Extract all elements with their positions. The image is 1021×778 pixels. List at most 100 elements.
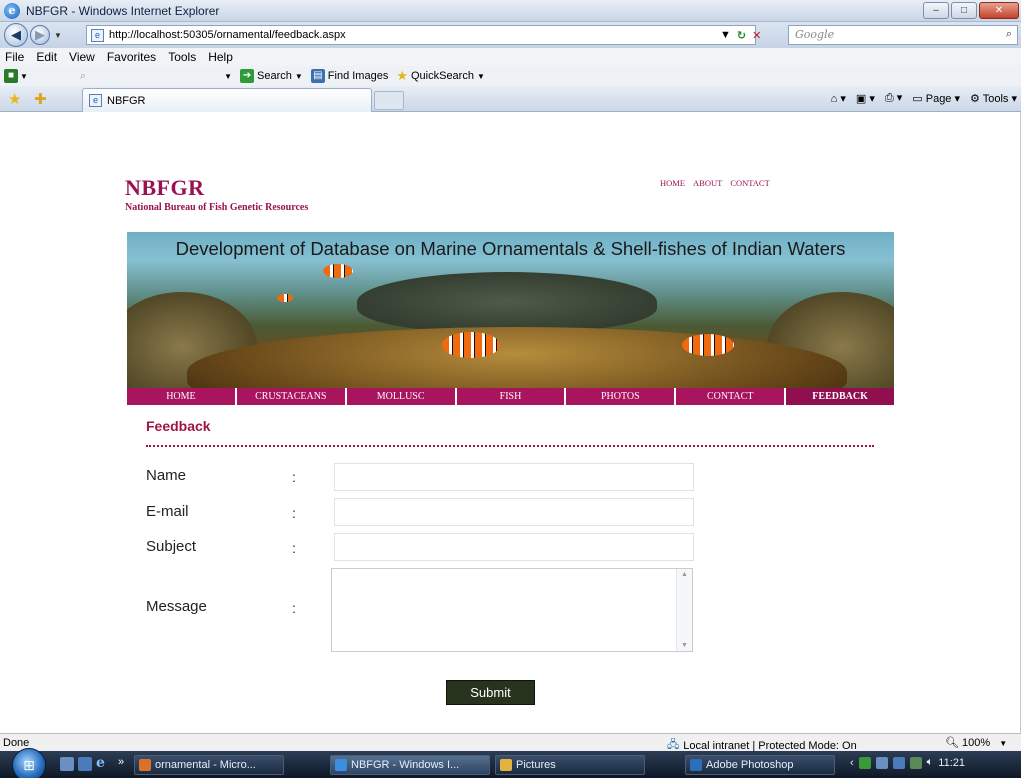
menu-edit[interactable]: Edit	[35, 50, 58, 64]
taskbar-pictures[interactable]: Pictures	[495, 755, 645, 775]
search-button-dropdown-icon: ▼	[294, 71, 303, 81]
add-favorites-icon[interactable]: ✚	[34, 90, 47, 108]
tray-app-icon[interactable]	[875, 756, 888, 769]
nav-mollusc[interactable]: MOLLUSC	[347, 388, 457, 405]
message-label: Message	[146, 598, 207, 615]
taskbar-pictures-icon	[500, 759, 512, 771]
tray-shield-icon[interactable]	[858, 756, 871, 769]
zoom-control[interactable]: 🔍︎ 100% ▼	[945, 736, 1007, 749]
taskbar-photoshop-label: Adobe Photoshop	[706, 759, 794, 771]
address-url: http://localhost:50305/ornamental/feedba…	[109, 29, 346, 41]
email-label: E-mail	[146, 503, 189, 520]
nav-feedback[interactable]: FEEDBACK	[786, 388, 895, 405]
taskbar-ie-icon	[335, 759, 347, 771]
favorites-star-icon[interactable]: ★	[8, 90, 21, 108]
page-menu[interactable]: ▭ Page ▾	[912, 92, 960, 105]
taskbar: ⊞ e » ornamental - Micro... NBFGR - Wind…	[0, 748, 1021, 778]
top-link-about[interactable]: ABOUT	[693, 178, 722, 188]
menu-file[interactable]: File	[4, 50, 25, 64]
nav-fish[interactable]: FISH	[457, 388, 567, 405]
nav-photos[interactable]: PHOTOS	[566, 388, 677, 405]
name-colon: :	[292, 469, 296, 485]
image-icon: ▤	[310, 69, 325, 83]
window-controls: – □ ✕	[923, 2, 1019, 19]
subject-label: Subject	[146, 538, 197, 555]
ie-logo-icon: e	[4, 2, 20, 19]
switch-windows-icon[interactable]	[78, 757, 92, 771]
taskbar-ornamental-label: ornamental - Micro...	[155, 759, 256, 771]
search-arrow-icon: ➔	[240, 69, 255, 83]
subject-field[interactable]	[334, 533, 694, 561]
toolbar-dropdown-icon[interactable]: ▼	[20, 72, 28, 81]
search-input[interactable]: Google ⌕	[788, 25, 1018, 45]
message-field[interactable]: ▲ ▼	[331, 568, 693, 652]
search-button[interactable]: ➔ Search ▼	[240, 69, 303, 83]
zoom-level: 100%	[962, 737, 991, 749]
menu-favorites[interactable]: Favorites	[106, 50, 157, 64]
tray-expand-icon[interactable]: ‹	[850, 757, 854, 769]
new-tab-button[interactable]	[374, 91, 404, 110]
email-field[interactable]	[334, 498, 694, 526]
tab-row: ★ ✚ e NBFGR ⌂ ▾ ▣ ▾ ⎙ ▾ ▭ Page ▾ ⚙ Tools…	[0, 86, 1021, 112]
page-menu-label: Page	[925, 92, 952, 105]
taskbar-ornamental-icon	[139, 759, 151, 771]
nav-home[interactable]: HOME	[127, 388, 237, 405]
site-logo-text: NBFGR	[125, 175, 205, 200]
search-label: Search	[257, 70, 292, 82]
minimize-button[interactable]: –	[923, 2, 949, 19]
name-label: Name	[146, 467, 187, 484]
tab-ie-icon: e	[89, 94, 102, 107]
top-link-home[interactable]: HOME	[660, 178, 685, 188]
window-title-bar: e NBFGR - Windows Internet Explorer – □ …	[0, 0, 1021, 22]
show-desktop-icon[interactable]	[60, 757, 74, 771]
quicklaunch-more-icon[interactable]: »	[118, 756, 124, 768]
menu-view[interactable]: View	[68, 50, 96, 64]
back-button[interactable]: ◀	[4, 23, 28, 47]
search-icon[interactable]: ⌕	[1006, 27, 1012, 41]
message-scrollbar[interactable]: ▲ ▼	[676, 569, 692, 651]
forward-button[interactable]: ▶	[30, 25, 50, 45]
menu-tools[interactable]: Tools	[167, 50, 197, 64]
quicksearch-label: QuickSearch	[410, 70, 474, 82]
tray-clock[interactable]: 11:21	[938, 757, 965, 769]
page-viewport: NBFGR National Bureau of Fish Genetic Re…	[0, 112, 1021, 733]
taskbar-photoshop-icon	[690, 759, 702, 771]
refresh-icon[interactable]: ↻	[737, 29, 746, 42]
find-images-button[interactable]: ▤ Find Images	[310, 69, 388, 83]
name-field[interactable]	[334, 463, 694, 491]
nav-contact[interactable]: CONTACT	[676, 388, 787, 405]
nav-crustaceans[interactable]: CRUSTACEANS	[237, 388, 347, 405]
scroll-down-icon[interactable]: ▼	[681, 642, 688, 649]
tray-network-icon[interactable]	[892, 756, 905, 769]
maximize-button[interactable]: □	[951, 2, 977, 19]
toolbar-search-dropdown-icon[interactable]: ▼	[224, 72, 232, 81]
tray-volume-icon[interactable]: 🔈︎	[927, 756, 934, 769]
tab-nbfgr[interactable]: e NBFGR	[82, 88, 372, 112]
taskbar-ornamental[interactable]: ornamental - Micro...	[134, 755, 284, 775]
banner-anemone	[187, 327, 847, 388]
close-button[interactable]: ✕	[979, 2, 1019, 19]
toolbar-logo-icon[interactable]: ■	[4, 69, 18, 83]
feedback-heading: Feedback	[146, 418, 211, 434]
address-bar[interactable]: e http://localhost:50305/ornamental/feed…	[86, 25, 756, 45]
start-button[interactable]: ⊞	[12, 748, 46, 778]
recent-pages-dropdown[interactable]: ▼	[54, 31, 62, 40]
scroll-up-icon[interactable]: ▲	[681, 571, 688, 578]
submit-button[interactable]: Submit	[446, 680, 535, 705]
taskbar-photoshop[interactable]: Adobe Photoshop	[685, 755, 835, 775]
address-dropdown-icon[interactable]: ▼	[720, 29, 731, 41]
home-icon[interactable]: ⌂ ▾	[831, 92, 846, 105]
clownfish-2	[682, 334, 734, 356]
top-links: HOME ABOUT CONTACT	[660, 178, 770, 188]
tools-menu[interactable]: ⚙ Tools ▾	[970, 92, 1017, 105]
top-link-contact[interactable]: CONTACT	[730, 178, 769, 188]
clownfish-1	[442, 332, 500, 358]
tray-monitor-icon[interactable]	[909, 756, 922, 769]
quicklaunch-ie-icon[interactable]: e	[96, 755, 105, 771]
print-icon[interactable]: ⎙ ▾	[885, 91, 902, 105]
menu-help[interactable]: Help	[207, 50, 234, 64]
feeds-icon[interactable]: ▣ ▾	[856, 92, 875, 105]
taskbar-ie[interactable]: NBFGR - Windows I...	[330, 755, 490, 775]
stop-icon[interactable]: ✕	[752, 29, 761, 42]
quicksearch-button[interactable]: ★ QuickSearch ▼	[396, 68, 485, 84]
